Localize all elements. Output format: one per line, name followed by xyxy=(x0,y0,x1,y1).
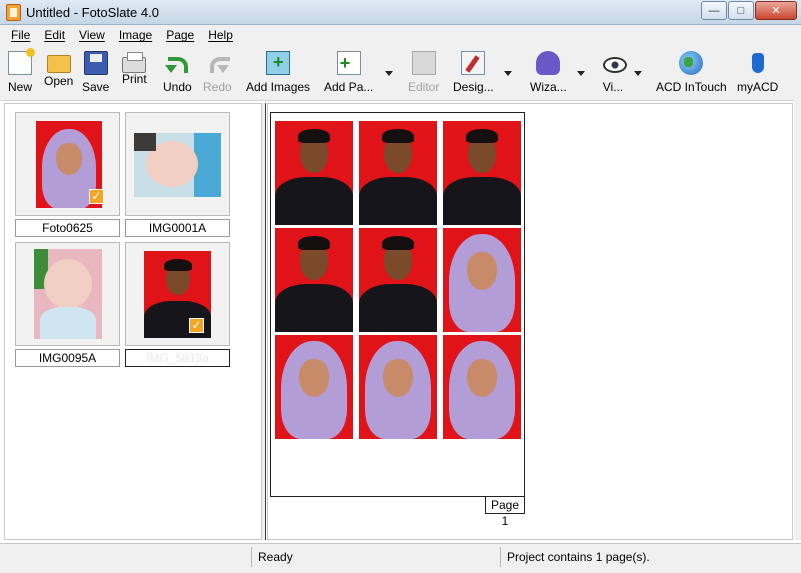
redo-button[interactable]: Redo xyxy=(203,51,232,97)
thumbnail-image xyxy=(134,133,221,197)
photo-slot[interactable] xyxy=(443,228,521,332)
add-page-dropdown-arrow-icon[interactable] xyxy=(385,71,393,76)
page-preview[interactable] xyxy=(270,112,525,497)
wizard-button[interactable]: Wiza... xyxy=(530,51,567,97)
window-controls: — □ ✕ xyxy=(700,1,797,20)
status-bar: Ready Project contains 1 page(s). xyxy=(0,543,801,573)
design-pencil-icon xyxy=(461,51,486,75)
photo-slot[interactable] xyxy=(443,335,521,439)
thumbnail-frame xyxy=(15,242,120,346)
thumbnail-label[interactable]: Foto0625 xyxy=(15,219,120,237)
thumbnail-label[interactable]: IMG0001A xyxy=(125,219,230,237)
title-bar: Untitled - FotoSlate 4.0 — □ ✕ xyxy=(0,0,801,25)
pane-splitter[interactable] xyxy=(262,103,266,540)
thumbnail-item[interactable]: IMG0001A xyxy=(125,112,230,237)
undo-label: Undo xyxy=(163,80,192,94)
status-page-count: Project contains 1 page(s). xyxy=(500,547,795,567)
maximize-icon: □ xyxy=(737,4,745,17)
print-button[interactable]: Print xyxy=(122,51,147,97)
add-page-icon xyxy=(336,51,361,75)
acd-intouch-button[interactable]: ACD InTouch xyxy=(656,51,727,97)
photo-slot[interactable] xyxy=(359,228,437,332)
view-button[interactable]: Vi... xyxy=(601,51,627,97)
photo-slot[interactable] xyxy=(275,335,353,439)
close-icon: ✕ xyxy=(771,5,781,17)
add-page-button[interactable]: Add Pa... xyxy=(324,51,373,97)
new-label: New xyxy=(8,80,33,94)
photo-slot[interactable] xyxy=(275,228,353,332)
myacd-button[interactable]: myACD xyxy=(737,51,778,97)
window-edge xyxy=(794,45,801,540)
printer-icon xyxy=(122,52,147,73)
new-document-icon xyxy=(8,48,35,75)
open-button[interactable]: Open xyxy=(44,51,73,97)
window-title: Untitled - FotoSlate 4.0 xyxy=(26,5,159,20)
thumbnail-frame: ✓ xyxy=(15,112,120,216)
photo-slot[interactable] xyxy=(443,121,521,225)
minimize-button[interactable]: — xyxy=(701,1,727,20)
plug-icon xyxy=(746,51,770,75)
page-number-label: Page 1 xyxy=(485,496,525,528)
eye-icon xyxy=(601,51,627,75)
editor-button[interactable]: Editor xyxy=(408,51,439,97)
design-button[interactable]: Desig... xyxy=(453,51,494,97)
menu-bar: File Edit View Image Page Help xyxy=(0,25,801,45)
wizard-label: Wiza... xyxy=(530,80,567,94)
thumbnail-frame xyxy=(125,112,230,216)
print-label: Print xyxy=(122,72,147,86)
folder-open-icon xyxy=(46,55,71,73)
design-dropdown-arrow-icon[interactable] xyxy=(504,71,512,76)
thumbnail-label[interactable]: IMG0095A xyxy=(15,349,120,367)
view-dropdown-arrow-icon[interactable] xyxy=(634,71,642,76)
menu-help[interactable]: Help xyxy=(201,28,240,42)
add-page-label: Add Pa... xyxy=(324,80,374,94)
menu-edit[interactable]: Edit xyxy=(37,28,72,42)
page-layout-pane[interactable]: Page 1 xyxy=(267,103,793,540)
photo-slot[interactable] xyxy=(359,121,437,225)
app-icon xyxy=(6,4,21,21)
undo-button[interactable]: Undo xyxy=(163,51,192,97)
minimize-icon: — xyxy=(708,4,720,17)
menu-view[interactable]: View xyxy=(72,28,112,42)
maximize-button[interactable]: □ xyxy=(728,1,754,20)
close-button[interactable]: ✕ xyxy=(755,1,797,20)
design-label: Desig... xyxy=(453,80,494,94)
view-label: Vi... xyxy=(602,80,624,94)
new-button[interactable]: New xyxy=(8,48,35,97)
wizard-dropdown-arrow-icon[interactable] xyxy=(577,71,585,76)
status-ready: Ready xyxy=(251,547,499,567)
thumbnail-item[interactable]: ✓ IMG_5819a xyxy=(125,242,230,367)
thumbnail-item[interactable]: ✓ Foto0625 xyxy=(15,112,120,237)
menu-file[interactable]: File xyxy=(4,28,37,42)
editor-label: Editor xyxy=(408,80,440,94)
acd-intouch-label: ACD InTouch xyxy=(656,80,727,94)
add-image-icon xyxy=(266,51,291,75)
add-images-button[interactable]: Add Images xyxy=(246,51,310,97)
image-browser-pane[interactable]: ✓ Foto0625 IMG0001A IMG0095A ✓ IMG_5819a xyxy=(4,103,262,540)
photo-slot[interactable] xyxy=(359,335,437,439)
editor-icon xyxy=(411,51,436,75)
redo-label: Redo xyxy=(203,80,232,94)
checkmark-icon[interactable]: ✓ xyxy=(89,189,104,204)
globe-icon xyxy=(679,51,704,75)
photo-slot[interactable] xyxy=(275,121,353,225)
myacd-label: myACD xyxy=(737,80,779,94)
menu-image[interactable]: Image xyxy=(112,28,159,42)
open-label: Open xyxy=(44,74,74,88)
save-label: Save xyxy=(82,80,110,94)
thumbnail-image xyxy=(34,249,102,339)
thumbnail-item[interactable]: IMG0095A xyxy=(15,242,120,367)
menu-page[interactable]: Page xyxy=(159,28,201,42)
redo-arrow-icon xyxy=(205,51,231,75)
save-button[interactable]: Save xyxy=(82,51,109,97)
thumbnail-frame: ✓ xyxy=(125,242,230,346)
undo-arrow-icon xyxy=(165,51,189,75)
status-left xyxy=(4,547,250,567)
wizard-hat-icon xyxy=(536,51,561,75)
thumbnail-label[interactable]: IMG_5819a xyxy=(125,349,230,367)
checkmark-icon[interactable]: ✓ xyxy=(189,318,204,333)
add-images-label: Add Images xyxy=(246,80,311,94)
toolbar: New Open Save Print Undo Redo Add Images… xyxy=(0,45,801,101)
floppy-disk-icon xyxy=(83,51,108,75)
